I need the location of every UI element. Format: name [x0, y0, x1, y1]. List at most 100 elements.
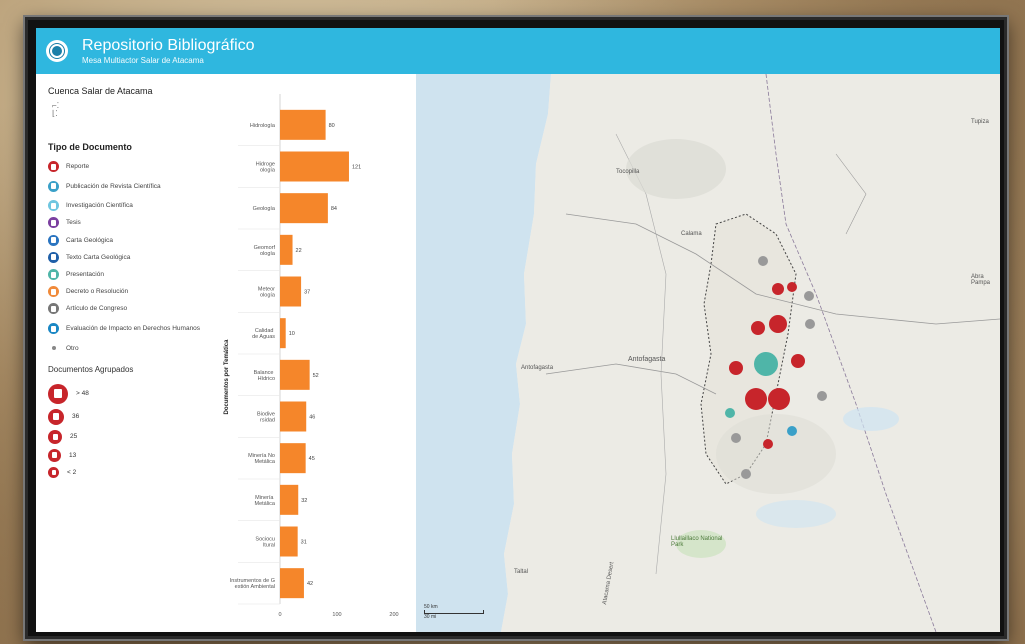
legend-item[interactable]: Reporte — [48, 158, 218, 175]
grouped-item: 25 — [48, 429, 218, 444]
cluster-size-icon — [48, 429, 62, 444]
app-header: Repositorio Bibliográfico Mesa Multiacto… — [36, 28, 1000, 74]
chart-bar[interactable] — [280, 276, 302, 307]
map-view[interactable]: Tocopilla Calama Antofagasta Antofagasta… — [416, 74, 1000, 632]
chart-category-label: Geología — [253, 206, 276, 212]
chart-axis-title: Documentos por Temática — [224, 339, 230, 415]
chart-value-label: 45 — [309, 456, 315, 462]
chart-value-label: 37 — [304, 290, 310, 296]
chart-category-label: Meteor ología — [258, 287, 276, 299]
cluster-size-icon — [48, 408, 64, 425]
grouped-item: 13 — [48, 448, 218, 462]
legend-item-label: Tesis — [66, 219, 81, 227]
grouped-item-label: 36 — [72, 413, 80, 421]
legend-item-label: Reporte — [66, 163, 90, 171]
screenshot-frame: Repositorio Bibliográfico Mesa Multiacto… — [25, 17, 1007, 639]
legend-item[interactable]: Texto Carta Geológica — [48, 249, 218, 266]
chart-bar[interactable] — [280, 318, 286, 349]
chart-category-label: Hidroge ología — [256, 162, 276, 174]
grouped-title: Documentos Agrupados — [48, 364, 134, 374]
legend-item[interactable]: Carta Geológica — [48, 232, 218, 249]
document-type-icon — [48, 217, 59, 229]
chart-category-label: Biodive rsidad — [257, 412, 275, 424]
document-type-icon — [48, 303, 59, 315]
grouped-item-label: 25 — [70, 433, 78, 441]
legend-item[interactable]: Presentación — [48, 266, 218, 283]
basin-outline-icon: ⌐⁚ ⌊⁚ — [52, 101, 60, 118]
chart-value-label: 84 — [331, 206, 337, 212]
legend-item[interactable]: Artículo de Congreso — [48, 300, 218, 317]
chart-value-label: 121 — [352, 165, 361, 171]
legend-item[interactable]: Publicación de Revista Científica — [48, 175, 218, 197]
document-type-icon — [48, 234, 59, 246]
document-type-icon — [48, 286, 59, 298]
chart-category-label: Balance Hídrico — [254, 370, 275, 382]
chart-bar[interactable] — [280, 526, 298, 557]
doc-type-list: Reporte Publicación de Revista Científica… — [48, 158, 218, 357]
chart-bar[interactable] — [280, 568, 304, 599]
document-type-icon — [48, 200, 59, 212]
topic-chart-panel: Hidrología 80 Hidroge ología 121 Geología 84 Ge… — [218, 74, 406, 632]
app-title: Repositorio Bibliográfico — [82, 36, 255, 54]
chart-category-label: Instrumentos de Gestión Ambiental — [230, 578, 275, 590]
chart-value-label: 46 — [309, 415, 315, 421]
cluster-size-icon — [48, 448, 61, 462]
legend-item[interactable]: Tesis — [48, 214, 218, 231]
grouped-item: > 48 — [48, 383, 218, 404]
map-label-right-top: Tupiza — [971, 119, 989, 125]
legend-item-label: Texto Carta Geológica — [66, 253, 131, 261]
chart-value-label: 32 — [301, 498, 307, 504]
document-type-icon — [48, 251, 59, 263]
app-window: Repositorio Bibliográfico Mesa Multiacto… — [36, 28, 1000, 632]
chart-bar[interactable] — [280, 193, 328, 224]
document-type-icon — [48, 161, 59, 173]
topic-bar-chart: Hidrología 80 Hidroge ología 121 Geología 84 Ge… — [230, 94, 399, 618]
legend-item-label: Investigación Científica — [66, 202, 133, 210]
chart-x-tick-label: 0 — [278, 612, 281, 618]
dot-icon — [52, 346, 56, 351]
chart-value-label: 52 — [313, 373, 319, 379]
basin-layer-title: Cuenca Salar de Atacama — [48, 86, 153, 96]
legend-panel: Cuenca Salar de Atacama ⌐⁚ ⌊⁚ Tipo de Doc… — [36, 74, 218, 632]
map-label-antofagasta-region: Antofagasta — [628, 356, 666, 363]
legend-item[interactable]: Evaluación de Impacto en Derechos Humano… — [48, 318, 218, 340]
app-subtitle: Mesa Multiactor Salar de Atacama — [82, 55, 204, 65]
chart-value-label: 31 — [301, 540, 307, 546]
chart-category-label: Hidrología — [250, 123, 276, 129]
chart-bar[interactable] — [280, 234, 293, 265]
chart-category-label: Minería No Metálica — [248, 453, 276, 465]
chart-x-tick-label: 200 — [389, 612, 398, 618]
document-type-icon — [48, 269, 59, 281]
chart-bar[interactable] — [280, 359, 310, 390]
legend-item[interactable]: Investigación Científica — [48, 197, 218, 214]
document-type-icon — [48, 180, 59, 192]
doc-type-title: Tipo de Documento — [48, 142, 132, 152]
basemap — [416, 74, 1000, 632]
map-label-national-park: Llullaillaco National Park — [671, 536, 723, 548]
map-label-antofagasta-city: Antofagasta — [521, 365, 554, 371]
grouped-item-label: 13 — [69, 451, 77, 459]
map-label-calama: Calama — [681, 231, 702, 237]
app-logo-icon[interactable] — [46, 40, 68, 62]
grouped-item-label: > 48 — [76, 390, 89, 398]
legend-item-label: Otro — [66, 344, 79, 352]
chart-category-label: Minería Metálica — [255, 495, 276, 507]
chart-category-label: Calidad de Aguas — [252, 328, 275, 340]
document-type-icon — [48, 323, 59, 334]
legend-item-label: Artículo de Congreso — [66, 305, 128, 313]
legend-item[interactable]: Otro — [48, 340, 218, 357]
cluster-size-icon — [48, 466, 59, 478]
chart-bar[interactable] — [280, 401, 307, 432]
chart-value-label: 80 — [329, 123, 335, 129]
chart-category-label: Sociocu ltural — [255, 537, 275, 549]
grouped-item: < 2 — [48, 466, 218, 478]
grouped-item: 36 — [48, 408, 218, 425]
chart-bar[interactable] — [280, 443, 306, 474]
chart-bar[interactable] — [280, 109, 326, 140]
chart-bar[interactable] — [280, 484, 299, 515]
grouped-item-label: < 2 — [67, 468, 77, 476]
legend-item[interactable]: Decreto o Resolución — [48, 283, 218, 300]
chart-value-label: 10 — [289, 331, 295, 337]
legend-item-label: Carta Geológica — [66, 236, 113, 244]
chart-bar[interactable] — [280, 151, 349, 182]
